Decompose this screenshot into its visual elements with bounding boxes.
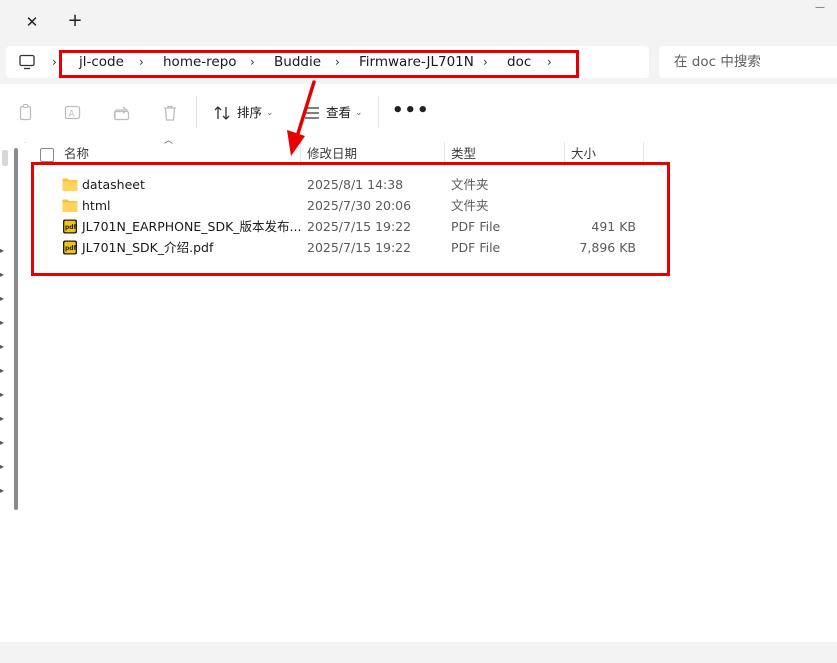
new-tab-button[interactable]: +	[63, 9, 87, 33]
nav-expand-icon[interactable]: ▸	[0, 342, 8, 352]
nav-expand-icon[interactable]: ▸	[0, 438, 8, 448]
nav-expand-icon[interactable]: ▸	[0, 462, 8, 472]
nav-expand-icon[interactable]: ▸	[0, 486, 8, 496]
nav-expand-icon[interactable]: ▸	[0, 294, 8, 304]
close-tab-icon[interactable]: ✕	[20, 10, 44, 34]
tab-strip	[0, 0, 837, 42]
this-pc-icon[interactable]	[18, 53, 36, 71]
sort-icon[interactable]	[212, 103, 232, 123]
column-header-type[interactable]: 类型	[451, 146, 476, 162]
sort-button[interactable]: 排序	[237, 104, 262, 122]
column-header-size[interactable]: 大小	[571, 146, 596, 162]
view-dropdown-chevron-icon[interactable]: ⌄	[355, 104, 363, 122]
nav-expand-icon[interactable]: ▸	[0, 414, 8, 424]
select-all-checkbox[interactable]	[40, 148, 54, 162]
column-header-name[interactable]: 名称	[64, 146, 89, 162]
nav-expand-icon[interactable]: ▸	[0, 390, 8, 400]
nav-expand-icon[interactable]: ▸	[0, 246, 8, 256]
toolbar-divider	[196, 96, 197, 128]
breadcrumb-separator[interactable]: ›	[52, 53, 57, 71]
search-placeholder: 在 doc 中搜索	[674, 54, 761, 70]
annotation-arrow-icon	[287, 80, 316, 156]
copy-icon[interactable]	[17, 103, 37, 123]
sort-caret-icon: ︿	[164, 136, 174, 146]
nav-scroll-thumb[interactable]	[2, 150, 8, 166]
nav-scrollbar[interactable]	[14, 148, 18, 510]
toolbar-divider	[378, 96, 379, 128]
share-icon[interactable]	[112, 103, 132, 123]
status-bar	[0, 642, 837, 663]
nav-expand-icon[interactable]: ▸	[0, 318, 8, 328]
svg-text:A: A	[69, 110, 76, 120]
rename-icon[interactable]: A	[63, 103, 83, 123]
more-options-button[interactable]: •••	[392, 100, 429, 124]
annotation-box-address	[59, 50, 579, 78]
nav-expand-icon[interactable]: ▸	[0, 366, 8, 376]
annotation-box-files	[31, 162, 670, 276]
nav-expand-icon[interactable]: ▸	[0, 270, 8, 280]
delete-icon[interactable]	[160, 103, 180, 123]
minimize-icon[interactable]: —	[808, 2, 832, 14]
